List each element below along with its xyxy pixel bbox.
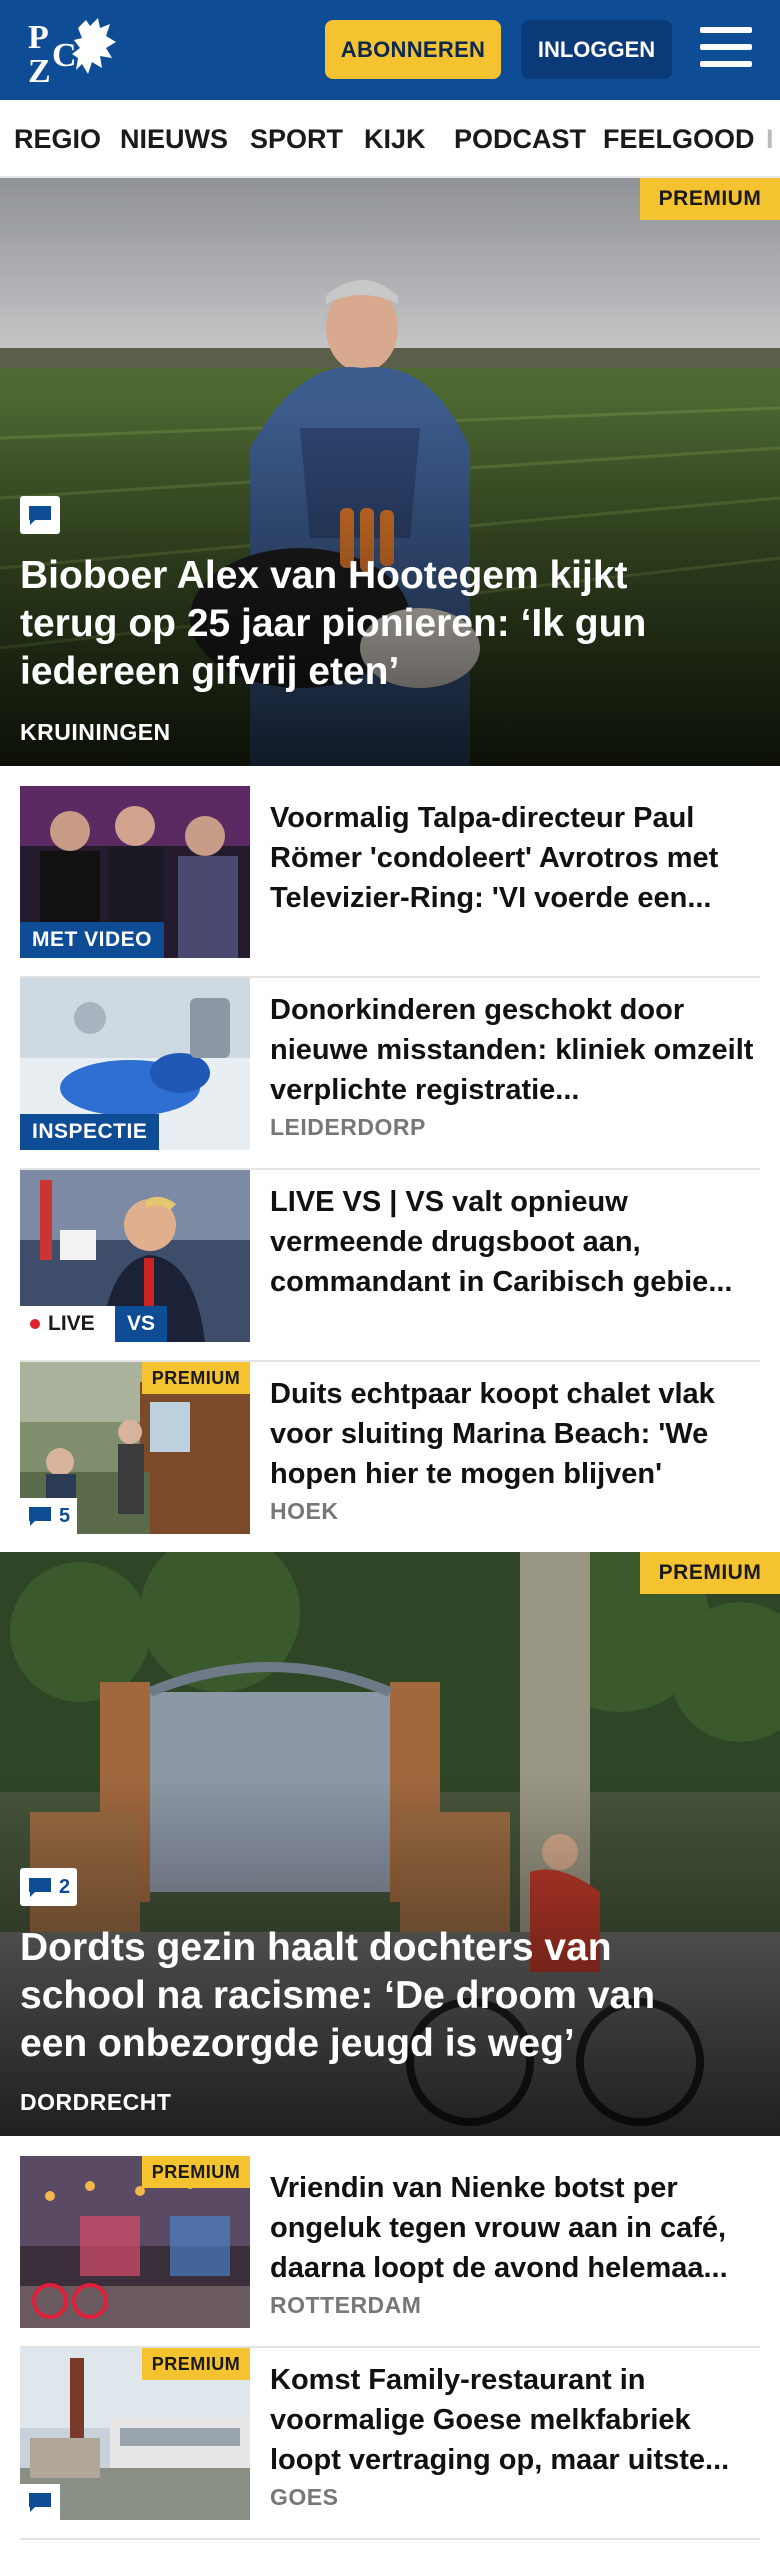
nav-item-sport[interactable]: SPORT (250, 124, 343, 155)
location-label: DORDRECHT (20, 2089, 172, 2115)
article-list-item[interactable]: PREMIUM Komst Family-restaurant in voorm… (20, 2348, 760, 2540)
login-button[interactable]: INLOGGEN (521, 20, 672, 79)
article-thumbnail[interactable]: INSPECTIE (20, 978, 250, 1150)
headline[interactable]: Dordts gezin haalt dochters van school n… (20, 1924, 720, 2068)
subscribe-button[interactable]: ABONNEREN (325, 20, 501, 79)
menu-bar (700, 27, 752, 33)
headline[interactable]: Vriendin van Nienke botst per ongeluk te… (270, 2168, 760, 2288)
premium-badge: PREMIUM (142, 2348, 250, 2380)
live-text: LIVE (48, 1312, 95, 1335)
site-header: P Z C ABONNEREN INLOGGEN (0, 0, 780, 100)
comment-count-badge[interactable] (20, 2484, 60, 2520)
comment-icon (29, 2493, 51, 2512)
premium-badge: PREMIUM (640, 1552, 780, 1594)
hamburger-menu-icon[interactable] (700, 24, 752, 70)
location-label: LEIDERDORP (270, 1114, 426, 1140)
menu-bar (700, 44, 752, 50)
premium-badge: PREMIUM (640, 178, 780, 220)
topic-label: INSPECTIE (20, 1114, 160, 1150)
nav-item-feelgood[interactable]: FEELGOOD (603, 124, 755, 155)
article-list-item[interactable]: LIVE VS LIVE VS | VS valt opnieuw vermee… (20, 1170, 760, 1362)
video-label: MET VIDEO (20, 922, 165, 958)
headline[interactable]: Duits echtpaar koopt chalet vlak voor sl… (270, 1374, 760, 1494)
article-thumbnail[interactable]: PREMIUM (20, 2156, 250, 2328)
headline[interactable]: Donorkinderen geschokt door nieuwe misst… (270, 990, 760, 1110)
logo-graphic: P Z C (28, 18, 116, 90)
article-list-item[interactable]: PREMIUM 5 Duits echtpaar koopt chalet vl… (20, 1362, 760, 1554)
comment-icon (29, 506, 51, 525)
headline[interactable]: Komst Family-restaurant in voormalige Go… (270, 2360, 760, 2480)
live-label: LIVE (20, 1306, 115, 1342)
nav-item-podcast[interactable]: PODCAST (454, 124, 586, 155)
nav-item-kijk[interactable]: KIJK (364, 124, 426, 155)
hero-article-card[interactable]: PREMIUM 2 Dordts gezin haalt dochters va… (0, 1552, 780, 2136)
location-label: HOEK (270, 1498, 339, 1524)
location-label: KRUININGEN (20, 719, 171, 745)
logo-lion-shape (72, 18, 116, 74)
nav-item-overflow[interactable]: I (766, 124, 774, 155)
premium-badge: PREMIUM (142, 1362, 250, 1394)
comment-count: 2 (59, 1875, 71, 1898)
article-thumbnail[interactable]: PREMIUM 5 (20, 1362, 250, 1534)
article-thumbnail[interactable]: MET VIDEO (20, 786, 250, 958)
logo-letter-c: C (52, 37, 77, 74)
nav-item-regio[interactable]: REGIO (14, 124, 101, 155)
menu-bar (700, 61, 752, 67)
comment-count: 5 (59, 1504, 71, 1527)
nav-item-nieuws[interactable]: NIEUWS (120, 124, 228, 155)
comment-count-badge[interactable]: 2 (20, 1868, 78, 1906)
article-list-item[interactable]: INSPECTIE Donorkinderen geschokt door ni… (20, 978, 760, 1170)
comment-icon (29, 1507, 51, 1526)
location-label: GOES (270, 2484, 339, 2510)
headline[interactable]: LIVE VS | VS valt opnieuw vermeende drug… (270, 1182, 760, 1302)
comment-count-badge[interactable] (20, 496, 60, 534)
topic-label: VS (115, 1306, 167, 1342)
comment-count-badge[interactable]: 5 (20, 1498, 78, 1534)
article-thumbnail[interactable]: PREMIUM (20, 2348, 250, 2520)
hero-article-card[interactable]: PREMIUM Bioboer Alex van Hootegem kijkt … (0, 178, 780, 766)
article-list-item[interactable]: PREMIUM Vriendin van Nienke botst per on… (20, 2156, 760, 2348)
headline[interactable]: Bioboer Alex van Hootegem kijkt terug op… (20, 552, 720, 696)
article-thumbnail[interactable]: LIVE VS (20, 1170, 250, 1342)
section-nav: REGIO NIEUWS SPORT KIJK PODCAST FEELGOOD… (0, 100, 780, 178)
pzc-logo-icon[interactable]: P Z C (26, 14, 118, 90)
headline[interactable]: Voormalig Talpa-directeur Paul Römer 'co… (270, 798, 760, 918)
article-list-item[interactable]: MET VIDEO Voormalig Talpa-directeur Paul… (20, 786, 760, 978)
logo-letter-z: Z (28, 53, 51, 86)
logo-letter-p: P (28, 19, 49, 56)
comment-icon (29, 1878, 51, 1897)
premium-badge: PREMIUM (142, 2156, 250, 2188)
location-label: ROTTERDAM (270, 2292, 422, 2318)
live-dot-icon (30, 1319, 40, 1329)
